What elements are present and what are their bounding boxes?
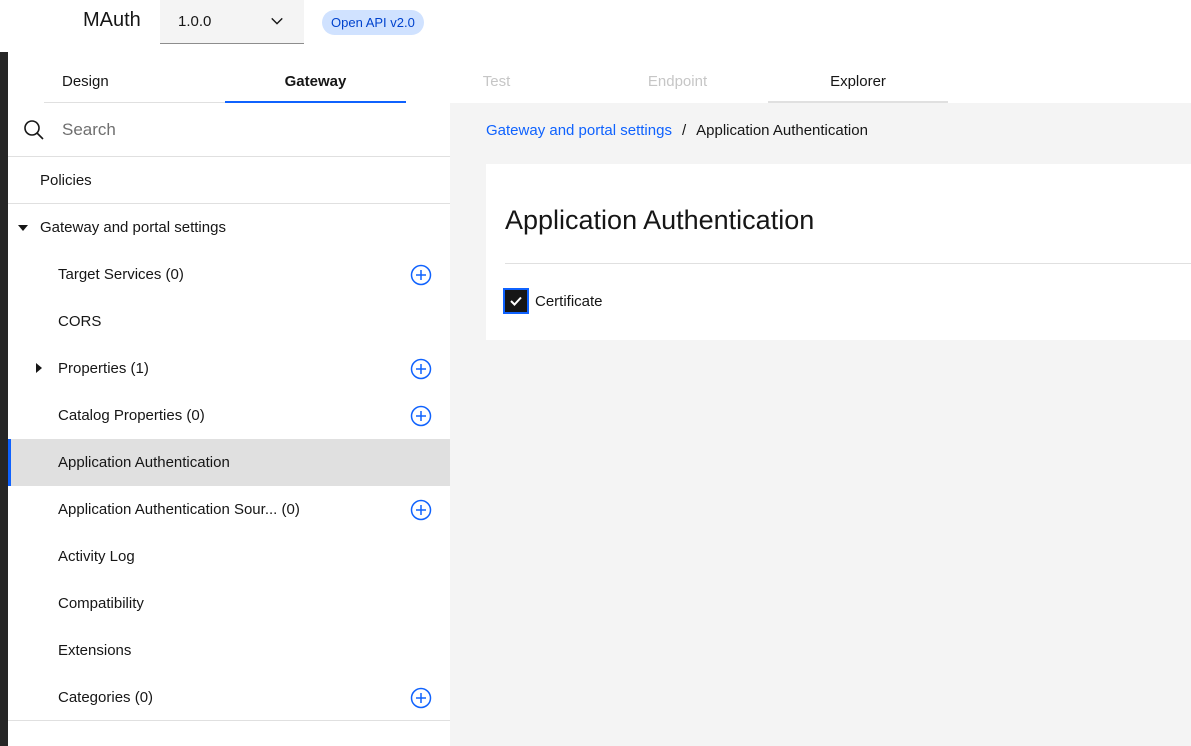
sidebar-item-label: Properties (1) <box>58 360 149 377</box>
add-circle-icon[interactable] <box>410 405 432 427</box>
search-icon <box>24 119 44 140</box>
api-title: MAuth <box>83 9 141 31</box>
caret-down-icon <box>18 224 28 231</box>
add-circle-icon[interactable] <box>410 358 432 380</box>
api-version-tag: Open API v2.0 <box>322 10 424 35</box>
sidebar-item-catalog-properties[interactable]: Catalog Properties (0) <box>8 392 450 439</box>
window-edge <box>0 0 8 746</box>
tab-gateway[interactable]: Gateway <box>225 62 406 103</box>
sidebar-item-label: Compatibility <box>58 595 144 612</box>
page-title: Application Authentication <box>505 205 815 235</box>
breadcrumb-current: Application Authentication <box>696 122 868 139</box>
breadcrumb: Gateway and portal settings / Applicatio… <box>486 122 868 139</box>
sidebar-item-extensions[interactable]: Extensions <box>8 627 450 674</box>
sidebar-item-application-authentication-sources[interactable]: Application Authentication Sour... (0) <box>8 486 450 533</box>
sidebar-item-target-services[interactable]: Target Services (0) <box>8 251 450 298</box>
tab-bar: Design Gateway Test Endpoint Explorer <box>44 62 948 103</box>
caret-right-icon[interactable] <box>36 363 42 373</box>
sidebar-item-policies[interactable]: Policies <box>8 157 450 204</box>
divider <box>505 263 1191 264</box>
version-dropdown[interactable]: 1.0.0 <box>160 0 304 44</box>
sidebar-item-compatibility[interactable]: Compatibility <box>8 580 450 627</box>
tab-explorer[interactable]: Explorer <box>768 62 948 103</box>
certificate-label: Certificate <box>535 292 603 310</box>
add-circle-icon[interactable] <box>410 499 432 521</box>
main-content: Gateway and portal settings / Applicatio… <box>450 103 1191 746</box>
tab-test: Test <box>482 73 511 90</box>
sidebar-item-label: Categories (0) <box>58 688 154 706</box>
search-bar <box>8 103 450 157</box>
chevron-down-icon <box>271 17 283 25</box>
breadcrumb-separator: / <box>681 122 687 139</box>
checkmark-icon <box>510 296 522 306</box>
breadcrumb-link-gateway-portal[interactable]: Gateway and portal settings <box>486 122 672 139</box>
certificate-option[interactable]: Certificate <box>503 288 603 314</box>
add-circle-icon[interactable] <box>410 264 432 286</box>
add-circle-icon[interactable] <box>410 687 432 709</box>
sidebar-item-categories[interactable]: Categories (0) <box>8 674 450 721</box>
version-value: 1.0.0 <box>178 13 212 30</box>
sidebar-item-label: Application Authentication Sour... (0) <box>58 501 300 518</box>
sidebar-item-label: Target Services (0) <box>58 266 184 283</box>
sidebar-item-label: CORS <box>58 313 102 330</box>
sidebar-item-application-authentication[interactable]: Application Authentication <box>8 439 450 486</box>
sidebar-item-label: Activity Log <box>58 548 135 565</box>
sidebar-item-label: Catalog Properties (0) <box>58 407 205 424</box>
sidebar-section-gateway-portal[interactable]: Gateway and portal settings <box>8 204 450 251</box>
sidebar-item-properties[interactable]: Properties (1) <box>8 345 450 392</box>
sidebar: Policies Gateway and portal settings Tar… <box>8 103 450 746</box>
tab-endpoint: Endpoint <box>647 73 708 90</box>
search-input[interactable] <box>62 119 422 140</box>
sidebar-item-label: Extensions <box>58 642 132 659</box>
certificate-checkbox[interactable] <box>503 288 529 314</box>
sidebar-item-label: Application Authentication <box>58 454 230 471</box>
section-label: Gateway and portal settings <box>40 219 226 236</box>
sidebar-item-cors[interactable]: CORS <box>8 298 450 345</box>
sidebar-item-activity-log[interactable]: Activity Log <box>8 533 450 580</box>
tab-design[interactable]: Design <box>44 62 225 103</box>
settings-card: Application Authentication Certificate <box>486 164 1191 340</box>
